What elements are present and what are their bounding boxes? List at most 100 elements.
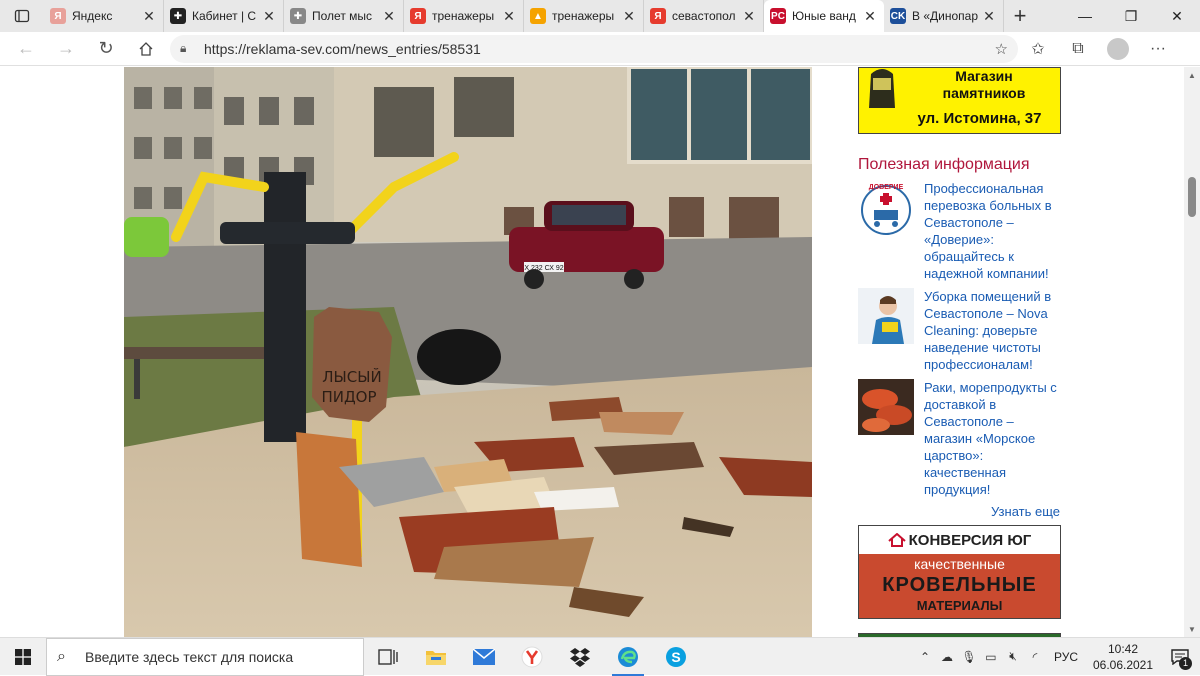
address-bar[interactable]: 🔒︎ https://reklama-sev.com/news_entries/… bbox=[170, 34, 1018, 63]
info-link-text[interactable]: Раки, морепродукты с доставкой в Севасто… bbox=[924, 379, 1064, 498]
microphone-icon[interactable]: 🎙︎ bbox=[958, 650, 980, 664]
info-link-text[interactable]: Профессиональная перевозка больных в Сев… bbox=[924, 180, 1064, 282]
windows-logo-icon bbox=[15, 648, 31, 665]
tab-4[interactable]: ▲ тренажеры ✕ bbox=[524, 0, 644, 32]
battery-icon[interactable]: ▭ bbox=[980, 650, 1002, 664]
ad2-mid: качественные bbox=[914, 556, 1005, 572]
info-item-seafood[interactable]: Раки, морепродукты с доставкой в Севасто… bbox=[858, 379, 1064, 498]
search-icon: ⌕ bbox=[57, 647, 66, 665]
volume-muted-icon[interactable]: 🔇︎ bbox=[1002, 649, 1024, 664]
collections-button[interactable]: ⧉ bbox=[1058, 32, 1098, 66]
tab-2[interactable]: ✚ Полет мыс ✕ bbox=[284, 0, 404, 32]
minimize-icon: — bbox=[1078, 8, 1092, 24]
profile-button[interactable] bbox=[1098, 32, 1138, 66]
tab-title: тренажеры bbox=[552, 9, 615, 23]
tab-close-icon[interactable]: ✕ bbox=[381, 8, 397, 25]
tab-5[interactable]: Ясевастопол ✕ bbox=[644, 0, 764, 32]
wifi-icon[interactable]: ◜ bbox=[1024, 650, 1046, 664]
minimize-button[interactable]: — bbox=[1062, 0, 1108, 32]
url-text[interactable]: https://reklama-sev.com/news_entries/585… bbox=[204, 41, 995, 57]
tab-close-icon[interactable]: ✕ bbox=[981, 8, 997, 25]
tab-3[interactable]: Ятренажеры ✕ bbox=[404, 0, 524, 32]
scroll-down-arrow-icon[interactable]: ▼ bbox=[1184, 621, 1200, 637]
close-window-button[interactable]: ✕ bbox=[1154, 0, 1200, 32]
cloud-icon[interactable]: ☁ bbox=[936, 650, 958, 664]
clock-date: 06.06.2021 bbox=[1092, 657, 1154, 672]
tab-title: севастопол bbox=[672, 9, 736, 23]
photo-illustration: Х 232 СХ 92 ЛЫСЫЙ ПИДОР bbox=[124, 67, 812, 637]
back-button[interactable]: ← bbox=[6, 32, 46, 66]
clock[interactable]: 10:42 06.06.2021 bbox=[1086, 641, 1160, 673]
collections-icon: ⧉ bbox=[1072, 39, 1084, 57]
task-view-button[interactable] bbox=[364, 638, 412, 676]
tab-title: В «Динопар bbox=[912, 9, 978, 23]
home-button[interactable] bbox=[126, 32, 166, 66]
taskbar-mail[interactable] bbox=[460, 638, 508, 676]
tab-favicon-icon: Я bbox=[410, 8, 426, 24]
info-item-cleaning[interactable]: Уборка помещений в Севастополе – Nova Cl… bbox=[858, 288, 1064, 373]
notifications-button[interactable]: 1 bbox=[1160, 638, 1200, 676]
doverie-thumb: ДОВЕРИЕ bbox=[858, 180, 914, 236]
taskbar-skype[interactable]: S bbox=[652, 638, 700, 676]
lock-icon: 🔒︎ bbox=[180, 41, 187, 55]
favorite-add-icon[interactable]: ☆ bbox=[995, 40, 1008, 58]
tab-close-icon[interactable]: ✕ bbox=[141, 8, 157, 25]
scroll-up-arrow-icon[interactable]: ▲ bbox=[1184, 67, 1200, 83]
tab-close-icon[interactable]: ✕ bbox=[862, 8, 878, 25]
tab-close-icon[interactable]: ✕ bbox=[741, 8, 757, 25]
scroll-thumb[interactable] bbox=[1188, 177, 1196, 217]
avatar bbox=[1107, 37, 1129, 60]
tab-close-icon[interactable]: ✕ bbox=[261, 8, 277, 25]
refresh-button[interactable]: ↻ bbox=[86, 32, 126, 66]
ad2-big: КРОВЕЛЬНЫЕ bbox=[882, 574, 1037, 596]
page-scrollbar[interactable]: ▲ ▼ bbox=[1184, 67, 1200, 637]
favorites-icon: ✩ bbox=[1031, 40, 1045, 58]
ad-banner-konversiya[interactable]: КОНВЕРСИЯ ЮГ качественные КРОВЕЛЬНЫЕ МАТ… bbox=[858, 525, 1061, 619]
monument-ad-illustration bbox=[869, 69, 895, 108]
folder-icon bbox=[426, 650, 446, 665]
tab-close-icon[interactable]: ✕ bbox=[621, 8, 637, 25]
cleaning-thumb bbox=[858, 288, 914, 344]
forward-button[interactable]: → bbox=[46, 32, 86, 66]
skype-icon: S bbox=[666, 646, 686, 667]
konversiya-brand-text: КОНВЕРСИЯ ЮГ bbox=[908, 531, 1032, 549]
tab-title: Яндекс bbox=[72, 9, 113, 23]
arrow-left-icon: ← bbox=[17, 38, 35, 58]
svg-text:S: S bbox=[671, 649, 680, 665]
taskbar-dropbox[interactable] bbox=[556, 638, 604, 676]
tab-favicon-icon: ✚ bbox=[170, 8, 186, 24]
chevron-up-icon[interactable]: ⌃ bbox=[914, 650, 936, 664]
tab-6[interactable]: PC Юные ванд ✕ bbox=[764, 0, 884, 32]
learn-more-link[interactable]: Узнать еще bbox=[858, 504, 1064, 519]
start-button[interactable] bbox=[0, 638, 46, 676]
board-text-1: ЛЫСЫЙ bbox=[322, 367, 381, 386]
dropbox-icon bbox=[570, 647, 590, 667]
taskbar-yandex-browser[interactable] bbox=[508, 638, 556, 676]
new-tab-button[interactable]: + bbox=[1004, 0, 1036, 32]
input-language[interactable]: РУС bbox=[1054, 650, 1078, 664]
restore-button[interactable]: ❐ bbox=[1108, 0, 1154, 32]
tab-7[interactable]: CK В «Динопар ✕ bbox=[884, 0, 1004, 32]
mail-icon bbox=[473, 648, 495, 665]
clock-time: 10:42 bbox=[1107, 641, 1139, 656]
article-photo: Х 232 СХ 92 ЛЫСЫЙ ПИДОР bbox=[124, 67, 812, 637]
tab-1[interactable]: ✚ Кабинет | С ✕ bbox=[164, 0, 284, 32]
menu-button[interactable]: ··· bbox=[1138, 32, 1178, 66]
tab-actions-icon bbox=[14, 9, 30, 23]
plus-icon: + bbox=[1013, 3, 1027, 28]
doverie-logo-text: ДОВЕРИЕ bbox=[869, 184, 904, 191]
house-logo-icon bbox=[887, 533, 906, 547]
tab-0[interactable]: Я Яндекс ✕ bbox=[44, 0, 164, 32]
tab-close-icon[interactable]: ✕ bbox=[501, 8, 517, 25]
info-link-text[interactable]: Уборка помещений в Севастополе – Nova Cl… bbox=[924, 288, 1064, 373]
taskbar-edge[interactable] bbox=[604, 638, 652, 676]
tab-actions-button[interactable] bbox=[0, 0, 44, 32]
ad-banner-monuments[interactable]: Магазин памятников ул. Истомина, 37 bbox=[858, 67, 1061, 134]
info-item-doverie[interactable]: ДОВЕРИЕ Профессиональная перевозка больн… bbox=[858, 180, 1064, 282]
tab-strip: Я Яндекс ✕ ✚ Кабинет | С ✕ ✚ Полет мыс ✕ Ятренаже… bbox=[0, 0, 1200, 32]
tab-favicon-icon: ▲ bbox=[530, 8, 546, 24]
sidebar: Магазин памятников ул. Истомина, 37 Поле… bbox=[858, 67, 1064, 637]
taskbar-search[interactable]: ⌕ Введите здесь текст для поиска bbox=[46, 637, 364, 676]
taskbar-explorer[interactable] bbox=[412, 638, 460, 676]
favorites-button[interactable]: ✩ bbox=[1018, 32, 1058, 66]
